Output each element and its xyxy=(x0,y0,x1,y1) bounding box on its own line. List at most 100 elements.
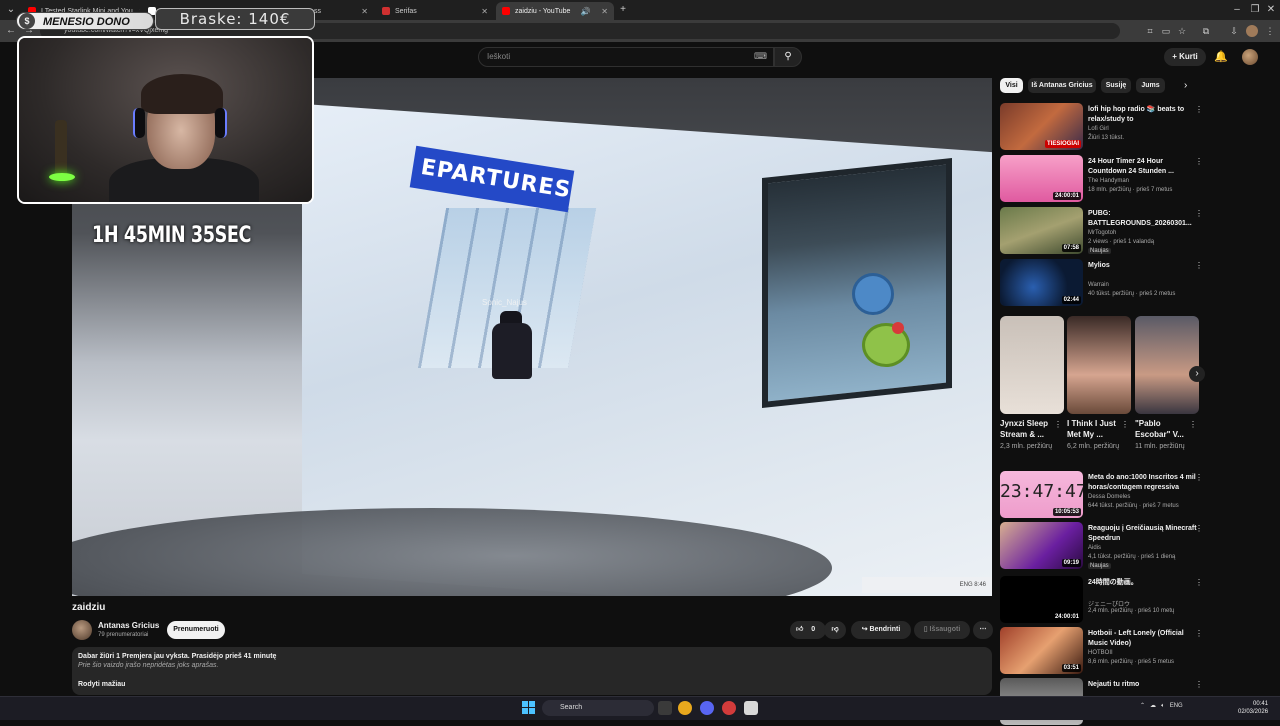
channel-name[interactable]: Antanas Gricius xyxy=(98,621,159,630)
new-tab-button[interactable]: + xyxy=(616,3,630,17)
extensions-icon[interactable]: ⧉ xyxy=(1200,25,1212,37)
search-button[interactable]: ⚲ xyxy=(774,47,802,67)
recommendation-title[interactable]: 24 Hour Timer 24 Hour Countdown 24 Stund… xyxy=(1088,157,1198,177)
more-options-icon[interactable]: ⋮ xyxy=(1195,261,1203,270)
show-less-link[interactable]: Rodyti mažiau xyxy=(78,681,986,688)
recommendation-channel[interactable]: MrTogotoh xyxy=(1088,230,1116,236)
keyboard-icon[interactable]: ⌨ xyxy=(754,51,768,63)
recommendation-title[interactable]: Reaguoju į Greičiausią Minecraft Speedru… xyxy=(1088,524,1198,544)
recommendation-title[interactable]: 24時間の動画。 xyxy=(1088,578,1198,588)
video-thumbnail[interactable]: TIESIOGIAI xyxy=(1000,103,1083,150)
recommendation-item[interactable]: 02:44 Mylios Warrain 40 tūkst. peržiūrų · p… xyxy=(1000,259,1205,307)
more-options-icon[interactable]: ⋮ xyxy=(1195,524,1203,533)
video-thumbnail[interactable]: 03:51 xyxy=(1000,627,1083,674)
recommendation-channel[interactable]: Dessa Domeles xyxy=(1088,494,1130,500)
obs-icon[interactable] xyxy=(658,701,672,715)
recommendation-item[interactable]: 24:00:01 24時間の動画。 ジェニーぴロウ 2,4 mln. peržiūrų… xyxy=(1000,576,1205,624)
video-thumbnail[interactable]: 24:00:01 xyxy=(1000,576,1083,623)
discord-icon[interactable] xyxy=(700,701,714,715)
notifications-bell-icon[interactable]: 🔔 xyxy=(1214,50,1228,63)
profile-icon[interactable] xyxy=(1246,25,1258,37)
recommendation-channel[interactable]: Warrain xyxy=(1088,282,1109,288)
recommendation-item[interactable]: 23:47:47 10:05:53 Meta do ano:1000 Inscrit… xyxy=(1000,471,1205,519)
description-box[interactable]: Dabar žiūri 1 Premjera jau vyksta. Prasi… xyxy=(72,647,992,695)
recommendation-title[interactable]: Meta do ano:1000 Inscritos 4 mil horas/c… xyxy=(1088,473,1198,493)
browser-tab[interactable]: Serifas ✕ xyxy=(376,2,494,20)
short-title[interactable]: Jynxzi Sleep Stream & ... xyxy=(1000,418,1056,440)
tray-chevron-icon[interactable]: ⌃ xyxy=(1140,703,1145,709)
recommendation-channel[interactable]: The Handyman xyxy=(1088,178,1129,184)
shorts-next-icon[interactable]: › xyxy=(1189,366,1205,382)
video-thumbnail[interactable]: 23:47:47 10:05:53 xyxy=(1000,471,1083,518)
short-title[interactable]: "Pablo Escobar" V... xyxy=(1135,418,1191,440)
more-options-icon[interactable]: ⋮ xyxy=(1195,629,1203,638)
windows-start-icon[interactable] xyxy=(522,701,536,715)
share-button[interactable]: ↪ Bendrinti xyxy=(851,621,911,639)
maximize-icon[interactable]: ❐ xyxy=(1248,3,1262,17)
chip-from-channel[interactable]: Iš Antanas Gricius xyxy=(1028,78,1096,93)
browser-tab-active[interactable]: zaidziu - YouTube 🔊 ✕ xyxy=(496,2,614,20)
video-thumbnail[interactable]: 07:58 xyxy=(1000,207,1083,254)
more-options-icon[interactable]: ⋮ xyxy=(1195,209,1203,218)
recommendation-item[interactable]: 07:58 PUBG: BATTLEGROUNDS_20260301... MrTo… xyxy=(1000,207,1205,255)
recommendation-title[interactable]: lofi hip hop radio 📚 beats to relax/stud… xyxy=(1088,105,1198,125)
more-options-icon[interactable]: ⋮ xyxy=(1195,473,1203,482)
menu-dots-icon[interactable]: ⋮ xyxy=(1264,25,1276,37)
recommendation-item[interactable]: 24:00:01 24 Hour Timer 24 Hour Countdown … xyxy=(1000,155,1205,203)
short-thumbnail[interactable] xyxy=(1135,316,1199,414)
video-thumbnail[interactable]: 09:19 xyxy=(1000,522,1083,569)
more-options-icon[interactable]: ⋮ xyxy=(1121,420,1129,429)
save-button[interactable]: ▯ Išsaugoti xyxy=(914,621,970,639)
recommendation-item[interactable]: TIESIOGIAI lofi hip hop radio 📚 beats to … xyxy=(1000,103,1205,151)
network-icon[interactable]: ☁ xyxy=(1150,703,1156,709)
chrome-icon[interactable] xyxy=(678,701,692,715)
video-thumbnail[interactable]: 02:44 xyxy=(1000,259,1083,306)
chip-all[interactable]: Visi xyxy=(1000,78,1023,93)
close-tab-icon[interactable]: ✕ xyxy=(595,7,608,16)
more-options-icon[interactable]: ⋮ xyxy=(1189,420,1197,429)
taskbar-search[interactable]: Search xyxy=(542,700,654,716)
recommendation-title[interactable]: Nejauti tu ritmo xyxy=(1088,680,1198,690)
recommendation-channel[interactable]: ジェニーぴロウ xyxy=(1088,599,1130,608)
more-options-icon[interactable]: ⋮ xyxy=(1195,578,1203,587)
short-title[interactable]: I Think I Just Met My ... xyxy=(1067,418,1123,440)
more-options-icon[interactable]: ⋮ xyxy=(1054,420,1062,429)
recommendation-channel[interactable]: Aidis xyxy=(1088,545,1101,551)
system-tray[interactable]: ⌃ ☁ 🔈︎ ENG xyxy=(1140,702,1183,710)
recommendation-channel[interactable]: HOTBOII xyxy=(1088,650,1113,656)
close-window-icon[interactable]: ✕ xyxy=(1264,3,1278,17)
subscribe-button[interactable]: Prenumeruoti xyxy=(167,621,225,639)
channel-avatar[interactable] xyxy=(72,620,92,640)
cast-icon[interactable]: ▭ xyxy=(1160,25,1172,37)
audio-icon[interactable]: 🔊 xyxy=(575,7,591,16)
language-indicator[interactable]: ENG xyxy=(1170,703,1183,709)
app-white-icon[interactable] xyxy=(744,701,758,715)
app-red-icon[interactable] xyxy=(722,701,736,715)
video-thumbnail[interactable]: 24:00:01 xyxy=(1000,155,1083,202)
back-icon[interactable]: ← xyxy=(4,24,18,38)
recommendation-title[interactable]: Hotboii - Left Lonely (Official Music Vi… xyxy=(1088,629,1198,649)
bookmark-star-icon[interactable]: ☆ xyxy=(1176,25,1188,37)
close-tab-icon[interactable]: ✕ xyxy=(355,7,368,16)
more-options-icon[interactable]: ⋮ xyxy=(1195,157,1203,166)
more-options-icon[interactable]: ⋮ xyxy=(1195,105,1203,114)
volume-icon[interactable]: 🔈︎ xyxy=(1161,703,1165,709)
create-button[interactable]: + Kurti xyxy=(1164,48,1206,66)
more-actions-button[interactable]: ⋯ xyxy=(973,621,993,639)
dislike-button[interactable]: 👎︎ xyxy=(824,621,846,639)
recommendation-title[interactable]: PUBG: BATTLEGROUNDS_20260301... xyxy=(1088,209,1198,229)
short-thumbnail[interactable] xyxy=(1067,316,1131,414)
tab-search-icon[interactable]: ⌄ xyxy=(4,3,18,17)
minimize-icon[interactable]: – xyxy=(1230,3,1244,17)
recommendation-title[interactable]: Mylios xyxy=(1088,261,1198,271)
close-tab-icon[interactable]: ✕ xyxy=(475,7,488,16)
account-avatar[interactable] xyxy=(1242,49,1258,65)
short-thumbnail[interactable] xyxy=(1000,316,1064,414)
recommendation-item[interactable]: 03:51 Hotboii - Left Lonely (Official Mus… xyxy=(1000,627,1205,675)
recommendation-channel[interactable]: Lofi Girl xyxy=(1088,126,1109,132)
taskbar-clock[interactable]: 00:41 02/03/2026 xyxy=(1238,700,1268,716)
chevron-right-icon[interactable]: › xyxy=(1184,80,1187,91)
like-button[interactable]: 👍︎ 0 xyxy=(790,621,826,639)
chip-for-you[interactable]: Jums xyxy=(1136,78,1165,93)
chip-related[interactable]: Susiję xyxy=(1101,78,1131,93)
